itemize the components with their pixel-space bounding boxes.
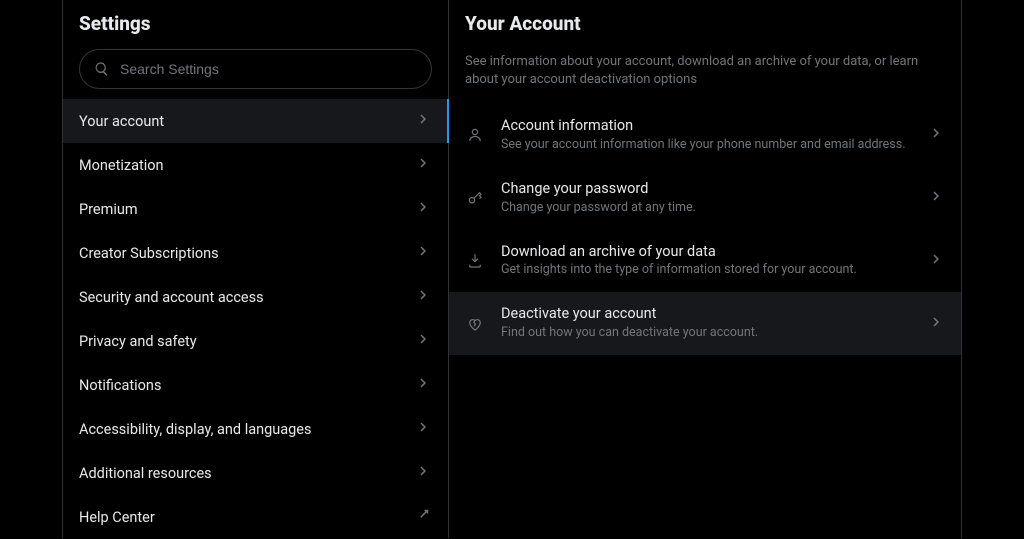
option-subtitle: Get insights into the type of informatio… xyxy=(501,262,917,279)
account-description: See information about your account, down… xyxy=(449,43,961,104)
settings-sidebar: Settings Your account Monetization Premium… xyxy=(63,0,449,538)
chevron-right-icon xyxy=(414,286,432,308)
nav-item-label: Premium xyxy=(79,201,138,218)
nav-item-premium[interactable]: Premium xyxy=(63,187,448,231)
nav-item-label: Help Center xyxy=(79,509,155,526)
nav-item-your-account[interactable]: Your account xyxy=(63,99,448,143)
option-account-information[interactable]: Account informationSee your account info… xyxy=(449,104,961,167)
download-icon xyxy=(465,251,485,271)
nav-item-creator-subscriptions[interactable]: Creator Subscriptions xyxy=(63,231,448,275)
person-icon xyxy=(465,125,485,145)
account-panel: Your Account See information about your … xyxy=(449,0,961,538)
nav-item-accessibility-display-and-languages[interactable]: Accessibility, display, and languages xyxy=(63,407,448,451)
option-subtitle: See your account information like your p… xyxy=(501,137,917,154)
account-option-list: Account informationSee your account info… xyxy=(449,104,961,355)
chevron-right-icon xyxy=(414,154,432,176)
chevron-right-icon xyxy=(917,250,945,272)
account-title: Your Account xyxy=(465,12,945,35)
account-header: Your Account xyxy=(449,0,961,43)
nav-item-label: Your account xyxy=(79,113,164,130)
option-change-your-password[interactable]: Change your passwordChange your password… xyxy=(449,167,961,230)
chevron-right-icon xyxy=(414,242,432,264)
key-icon xyxy=(465,188,485,208)
nav-item-help-center[interactable]: Help Center xyxy=(63,495,448,539)
option-title: Download an archive of your data xyxy=(501,243,917,262)
nav-item-additional-resources[interactable]: Additional resources xyxy=(63,451,448,495)
external-link-icon xyxy=(414,506,432,528)
settings-title: Settings xyxy=(79,12,432,35)
chevron-right-icon xyxy=(917,124,945,146)
option-text: Deactivate your accountFind out how you … xyxy=(501,305,917,342)
search-box[interactable] xyxy=(79,49,432,89)
search-wrap xyxy=(63,43,448,99)
option-download-an-archive-of-your-data[interactable]: Download an archive of your dataGet insi… xyxy=(449,230,961,293)
heartbreak-icon xyxy=(465,314,485,334)
settings-header: Settings xyxy=(63,0,448,43)
settings-nav: Your account Monetization Premium Creator S… xyxy=(63,99,448,539)
nav-item-label: Privacy and safety xyxy=(79,333,197,350)
option-deactivate-your-account[interactable]: Deactivate your accountFind out how you … xyxy=(449,292,961,355)
chevron-right-icon xyxy=(414,462,432,484)
chevron-right-icon xyxy=(414,198,432,220)
nav-item-security-and-account-access[interactable]: Security and account access xyxy=(63,275,448,319)
chevron-right-icon xyxy=(414,330,432,352)
nav-item-label: Notifications xyxy=(79,377,161,394)
nav-item-privacy-and-safety[interactable]: Privacy and safety xyxy=(63,319,448,363)
chevron-right-icon xyxy=(414,374,432,396)
option-text: Change your passwordChange your password… xyxy=(501,180,917,217)
chevron-right-icon xyxy=(917,187,945,209)
nav-item-label: Accessibility, display, and languages xyxy=(79,421,311,438)
option-title: Account information xyxy=(501,117,917,136)
option-title: Deactivate your account xyxy=(501,305,917,324)
nav-item-label: Creator Subscriptions xyxy=(79,245,219,262)
option-title: Change your password xyxy=(501,180,917,199)
option-subtitle: Find out how you can deactivate your acc… xyxy=(501,325,917,342)
chevron-right-icon xyxy=(414,418,432,440)
nav-item-notifications[interactable]: Notifications xyxy=(63,363,448,407)
nav-item-label: Security and account access xyxy=(79,289,264,306)
option-subtitle: Change your password at any time. xyxy=(501,200,917,217)
search-icon xyxy=(94,61,110,77)
nav-item-label: Monetization xyxy=(79,157,164,174)
search-input[interactable] xyxy=(120,61,417,77)
chevron-right-icon xyxy=(917,313,945,335)
nav-item-monetization[interactable]: Monetization xyxy=(63,143,448,187)
nav-item-label: Additional resources xyxy=(79,465,212,482)
chevron-right-icon xyxy=(414,110,432,132)
option-text: Download an archive of your dataGet insi… xyxy=(501,243,917,280)
option-text: Account informationSee your account info… xyxy=(501,117,917,154)
